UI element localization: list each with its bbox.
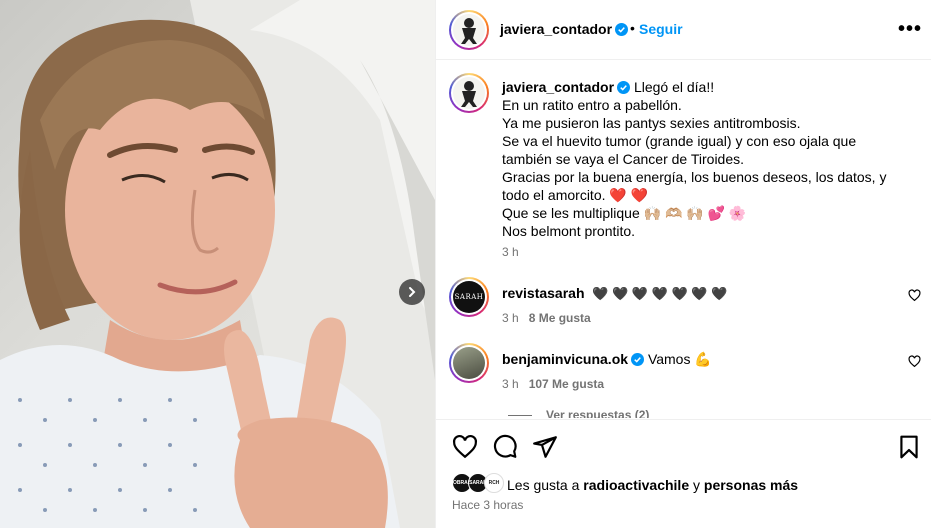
commenter-avatar[interactable]: SARAH	[449, 277, 489, 317]
commenter-avatar[interactable]	[449, 343, 489, 383]
post-actions-bar	[436, 419, 931, 473]
liker-avatar: RCH	[484, 473, 504, 493]
comment-body: revistasarah 🖤 🖤 🖤 🖤 🖤 🖤 🖤	[502, 285, 727, 302]
post-side-panel: javiera_contador • Seguir ••• javiera_co…	[435, 0, 931, 528]
verified-badge-icon	[617, 81, 631, 94]
comment-text: Vamos 💪	[647, 351, 712, 367]
caption-line: Se va el huevito tumor (grande igual) y …	[502, 133, 857, 149]
caption-line: Que se les multiplique 🙌🏼 🫶🏼 🙌🏼 💕 🌸	[502, 205, 747, 221]
comments-area[interactable]: javiera_contador Llegó el día!! En un ra…	[436, 61, 931, 418]
verified-badge-icon	[631, 353, 645, 366]
comment-heart-icon[interactable]	[908, 289, 921, 302]
verified-badge-icon	[615, 23, 629, 36]
caption-timestamp[interactable]: 3 h	[502, 245, 519, 259]
post-caption: javiera_contador Llegó el día!! En un ra…	[502, 78, 922, 240]
likes-prefix: Les gusta a	[507, 477, 580, 493]
caption-line: todo el amorcito. ❤️ ❤️	[502, 187, 649, 203]
author-username[interactable]: javiera_contador	[500, 21, 629, 37]
post-header: javiera_contador • Seguir •••	[436, 0, 931, 60]
comment-meta: 3 h 8 Me gusta	[502, 311, 591, 325]
likes-connector: y	[693, 477, 700, 493]
more-options-icon[interactable]: •••	[898, 18, 922, 41]
comment-item: SARAH revistasarah 🖤 🖤 🖤 🖤 🖤 🖤 🖤 3 h 8 Me…	[436, 277, 931, 337]
caption-line: también se vaya el Cancer de Tiroides.	[502, 151, 745, 167]
author-username-text: javiera_contador	[500, 21, 613, 37]
caption-line: En un ratito entro a pabellón.	[502, 97, 682, 113]
author-avatar-figure-icon	[461, 18, 477, 44]
caption-line: Gracias por la buena energía, los buenos…	[502, 169, 887, 185]
likes-summary: OBRAS SARAH RCH Les gusta a radioactivac…	[436, 470, 931, 500]
caption-line: Llegó el día!!	[633, 79, 715, 95]
carousel-next-button[interactable]	[399, 279, 425, 305]
comment-heart-icon[interactable]	[908, 355, 921, 368]
see-replies-link[interactable]: Ver respuestas (2)	[546, 408, 649, 418]
likes-text: Les gusta a radioactivachile y personas …	[507, 477, 798, 493]
comment-item: benjaminvicuna.ok Vamos 💪 3 h 107 Me gust…	[436, 343, 931, 403]
caption-username[interactable]: javiera_contador	[502, 79, 614, 95]
comment-username[interactable]: benjaminvicuna.ok	[502, 351, 628, 367]
comment-time[interactable]: 3 h	[502, 377, 519, 391]
comment-text: 🖤 🖤 🖤 🖤 🖤 🖤 🖤	[592, 286, 728, 301]
chevron-right-icon	[409, 287, 416, 297]
share-icon[interactable]	[532, 434, 558, 460]
caption-line: Ya me pusieron las pantys sexies antitro…	[502, 115, 801, 131]
caption-author-avatar[interactable]	[449, 73, 489, 113]
header-separator: •	[630, 20, 635, 36]
comment-body: benjaminvicuna.ok Vamos 💪	[502, 351, 712, 368]
comment-meta: 3 h 107 Me gusta	[502, 377, 604, 391]
heart-icon[interactable]	[452, 434, 478, 460]
selfie-illustration	[0, 0, 435, 528]
comment-likes[interactable]: 8 Me gusta	[529, 311, 591, 325]
caption-line: Nos belmont prontito.	[502, 223, 636, 239]
liker-avatars[interactable]: OBRAS SARAH RCH	[452, 473, 508, 495]
likes-others-link[interactable]: personas más	[704, 477, 798, 493]
author-avatar-figure-icon	[461, 81, 477, 107]
likes-user-link[interactable]: radioactivachile	[583, 477, 689, 493]
follow-button[interactable]: Seguir	[639, 21, 683, 37]
comment-icon[interactable]	[492, 434, 518, 460]
post-photo[interactable]	[0, 0, 435, 528]
comment-username[interactable]: revistasarah	[502, 285, 585, 301]
bookmark-icon[interactable]	[896, 434, 922, 460]
author-avatar[interactable]	[449, 10, 489, 50]
commenter-avatar-label: SARAH	[454, 293, 484, 301]
comment-time[interactable]: 3 h	[502, 311, 519, 325]
post-time-ago[interactable]: Hace 3 horas	[452, 498, 523, 512]
comment-likes[interactable]: 107 Me gusta	[529, 377, 604, 391]
